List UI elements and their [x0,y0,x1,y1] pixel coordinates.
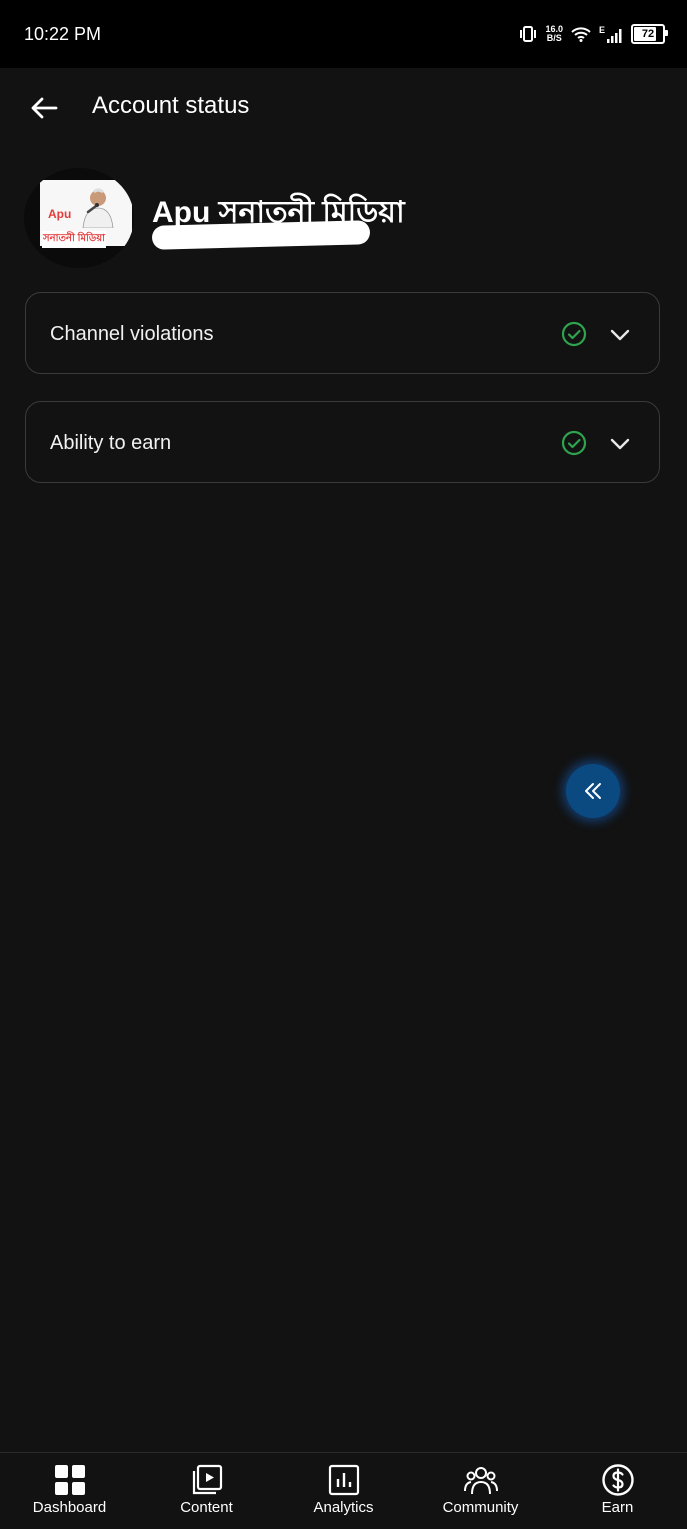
status-icons: 16.0 B/S E 72 [519,22,668,46]
nav-analytics[interactable]: Analytics [275,1453,412,1529]
status-bar: 10:22 PM 16.0 B/S E 72 [0,0,687,68]
channel-avatar: Apu সনাতনী মিডিয়া [24,168,134,268]
channel-violations-card[interactable]: Channel violations [25,292,660,374]
page-title: Account status [92,92,250,119]
channel-header: Apu সনাতনী মিডিয়া Apu সনাতনী মিডিয়া [24,168,664,268]
nav-community[interactable]: Community [412,1453,549,1529]
nav-label: Community [442,1499,519,1516]
status-time: 10:22 PM [24,24,102,44]
avatar-caption: সনাতনী মিডিয়া [42,231,107,248]
chevron-down-icon[interactable] [609,433,631,455]
earn-icon [601,1464,634,1496]
signal: E [599,25,623,43]
nav-label: Earn [601,1499,634,1516]
ability-to-earn-card[interactable]: Ability to earn [25,401,660,483]
back-button[interactable] [24,88,64,128]
vibrate-icon [520,26,537,42]
chevron-down-icon[interactable] [609,324,631,346]
avatar-tag: Apu [48,207,72,221]
card-label: Ability to earn [50,432,172,454]
content-icon [192,1464,222,1495]
card-label: Channel violations [50,323,214,345]
check-circle-icon [561,321,587,347]
signal-icon [607,29,622,43]
top-app-bar: Account status [0,68,687,148]
nav-label: Content [180,1499,233,1516]
redaction-mark [151,220,371,250]
nav-dashboard[interactable]: Dashboard [1,1453,138,1529]
double-chevron-left-icon [585,783,601,799]
network-type: E [598,25,605,35]
collapse-floating-button[interactable] [566,764,620,818]
nav-content[interactable]: Content [138,1453,275,1529]
person-photo [82,188,114,228]
nav-label: Dashboard [32,1499,107,1516]
analytics-icon [328,1464,359,1496]
battery-icon: 72 [631,24,668,44]
nav-earn[interactable]: Earn [549,1453,686,1529]
back-arrow-icon [31,97,58,119]
community-icon [463,1467,498,1495]
bottom-navigation: Dashboard Content Analytics Community Ea… [0,1452,687,1529]
network-speed: 16.0 B/S [545,24,563,43]
check-circle-icon [561,430,587,456]
nav-label: Analytics [313,1499,374,1516]
dashboard-icon [54,1465,85,1495]
battery-level: 72 [641,28,655,40]
wifi-icon [571,27,591,42]
